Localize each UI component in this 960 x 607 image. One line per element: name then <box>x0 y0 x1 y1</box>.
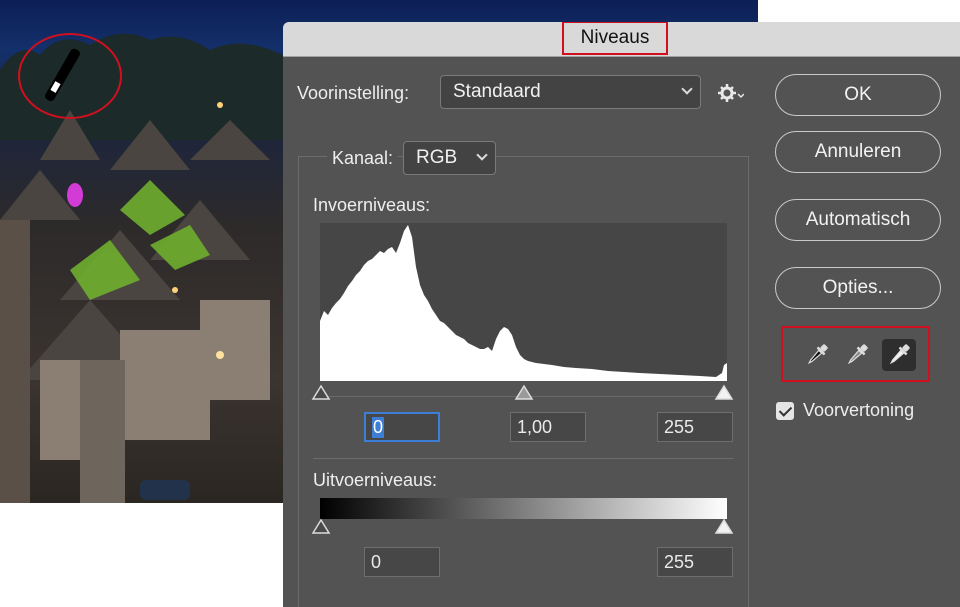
input-gamma-value: 1,00 <box>517 416 553 437</box>
eyedropper-group <box>781 326 930 382</box>
output-white-value: 255 <box>664 551 695 572</box>
output-levels-label: Uitvoerniveaus: <box>313 470 438 490</box>
chevron-down-icon <box>682 85 691 94</box>
channel-select[interactable]: RGB <box>403 141 496 175</box>
cancel-button-label: Annuleren <box>814 141 902 162</box>
black-point-eyedropper-icon[interactable] <box>800 339 834 371</box>
cursor-highlight-circle <box>18 33 122 119</box>
ok-button[interactable]: OK <box>775 74 941 116</box>
input-gamma-slider-handle[interactable] <box>514 384 534 402</box>
auto-button-label: Automatisch <box>805 209 911 230</box>
output-black-slider-handle[interactable] <box>311 518 331 536</box>
channel-select-value: RGB <box>416 147 458 168</box>
preview-checkbox-row[interactable]: Voorvertoning <box>776 400 914 421</box>
chevron-down-icon <box>477 151 486 160</box>
output-black-value: 0 <box>371 551 382 572</box>
preview-checkbox[interactable] <box>776 401 794 420</box>
input-black-slider-handle[interactable] <box>311 384 331 402</box>
gear-icon[interactable] <box>718 83 745 103</box>
input-white-slider-handle[interactable] <box>714 384 734 402</box>
options-button-label: Opties... <box>822 277 894 298</box>
preset-label: Voorinstelling: <box>297 83 410 103</box>
gray-point-eyedropper-icon[interactable] <box>840 339 874 371</box>
input-white-field[interactable]: 255 <box>657 412 733 442</box>
ok-button-label: OK <box>844 84 872 105</box>
input-black-value: 0 <box>372 416 385 438</box>
dialog-title: Niveaus <box>562 22 668 55</box>
output-white-field[interactable]: 255 <box>657 547 733 577</box>
auto-button[interactable]: Automatisch <box>775 199 941 241</box>
input-white-value: 255 <box>664 416 695 437</box>
preset-select[interactable]: Standaard <box>440 75 701 109</box>
preset-select-value: Standaard <box>453 81 541 102</box>
histogram <box>320 223 727 381</box>
title-bar[interactable]: Niveaus <box>283 22 960 57</box>
levels-dialog: Niveaus Voorinstelling: Standaard Kanaal… <box>283 22 960 607</box>
output-gradient-bar <box>320 498 727 519</box>
output-white-slider-handle[interactable] <box>714 518 734 536</box>
input-gamma-field[interactable]: 1,00 <box>510 412 586 442</box>
output-black-field[interactable]: 0 <box>364 547 440 577</box>
section-divider <box>313 458 734 459</box>
white-point-eyedropper-icon[interactable] <box>882 339 916 371</box>
dialog-title-text: Niveaus <box>580 27 650 48</box>
preview-label: Voorvertoning <box>803 400 915 420</box>
input-black-field[interactable]: 0 <box>364 412 440 442</box>
input-levels-label: Invoerniveaus: <box>313 195 431 215</box>
options-button[interactable]: Opties... <box>775 267 941 309</box>
cancel-button[interactable]: Annuleren <box>775 131 941 173</box>
channel-label: Kanaal: <box>327 148 399 169</box>
histogram-shape <box>320 225 727 381</box>
